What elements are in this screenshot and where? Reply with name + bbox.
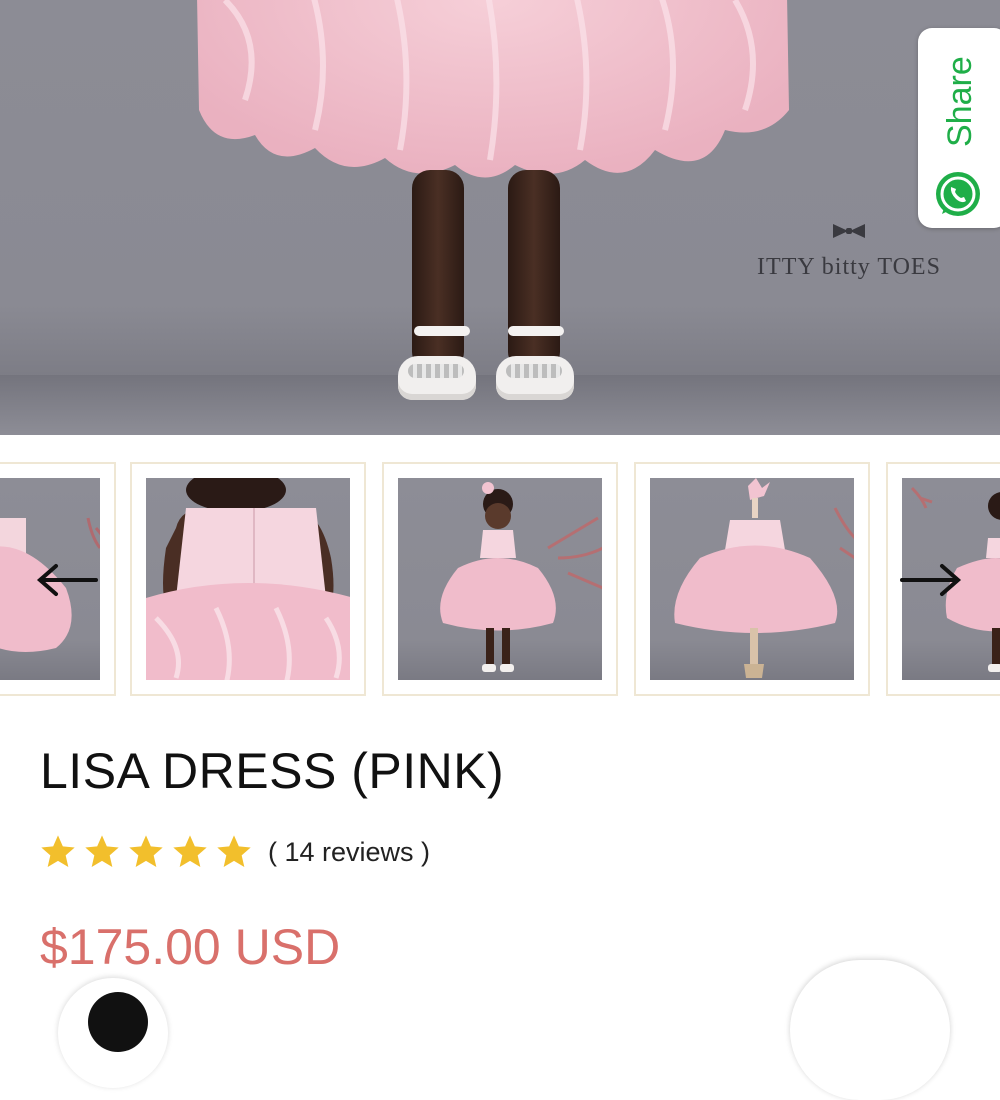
thumbnail-gallery <box>0 462 1000 698</box>
gallery-prev-arrow-icon[interactable] <box>36 560 98 600</box>
star-icon <box>129 835 163 867</box>
thumbnail-4[interactable] <box>634 462 870 696</box>
product-price: $175.00 USD <box>40 919 341 975</box>
fab-left-icon <box>88 992 148 1052</box>
gallery-next-arrow-icon[interactable] <box>900 560 962 600</box>
reviews-count-link[interactable]: ( 14 reviews ) <box>268 837 430 868</box>
bowtie-icon <box>833 224 865 238</box>
share-button[interactable]: Share <box>918 28 1000 228</box>
star-icon <box>173 835 207 867</box>
brand-logo-text: ITTY bitty TOES <box>757 254 941 280</box>
product-title: LISA DRESS (PINK) <box>40 743 505 799</box>
right-leg <box>508 170 560 370</box>
thumbnail-3-image <box>440 482 602 672</box>
star-icon <box>85 835 119 867</box>
brand-logo: ITTY bitty TOES <box>734 222 964 332</box>
thumbnail-4-image <box>674 478 854 678</box>
right-shoe-strap <box>508 326 564 336</box>
floating-action-button-left[interactable] <box>58 978 168 1088</box>
product-rating[interactable]: ( 14 reviews ) <box>38 832 430 872</box>
left-shoe-strap <box>414 326 470 336</box>
thumbnail-2[interactable] <box>130 462 366 696</box>
left-leg <box>412 170 464 370</box>
tulle-skirt <box>197 0 789 178</box>
floating-action-button-right[interactable] <box>790 960 950 1100</box>
thumbnail-3[interactable] <box>382 462 618 696</box>
share-label: Share <box>941 56 979 148</box>
thumbnail-2-image <box>146 478 350 680</box>
left-shoe <box>398 356 476 400</box>
product-main-image[interactable]: ITTY bitty TOES <box>0 0 1000 435</box>
star-icon <box>217 835 251 867</box>
right-shoe <box>496 356 574 400</box>
star-icon <box>41 835 75 867</box>
whatsapp-icon <box>936 172 980 216</box>
